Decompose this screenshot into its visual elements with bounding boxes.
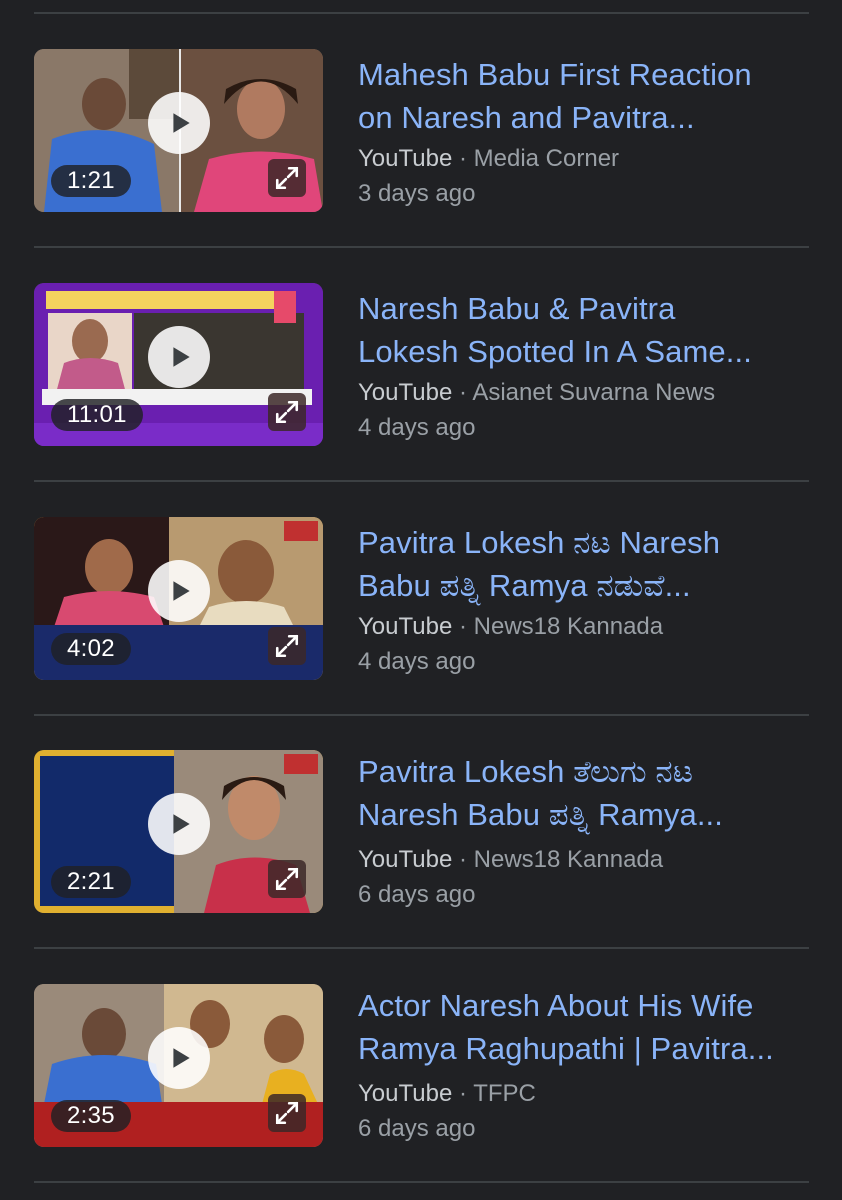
title-line: Actor Naresh About His Wife [358,988,754,1023]
upload-age: 3 days ago [358,180,476,207]
source-name: YouTube [358,846,453,873]
source-name: YouTube [358,613,453,640]
source-name: YouTube [358,379,453,406]
meta-separator: · [452,1080,474,1107]
video-duration: 1:21 [51,165,131,197]
video-thumbnail[interactable]: 2:21 [34,750,323,913]
play-button[interactable] [148,1027,210,1089]
play-icon [173,814,190,834]
video-result[interactable]: 2:35 Actor Naresh About His Wife Ramya R… [34,984,809,1149]
video-duration: 11:01 [51,399,143,431]
channel-name: News18 Kannada [473,846,664,873]
divider [34,714,809,716]
video-meta: YouTube · News18 Kannada [358,612,663,642]
video-meta: YouTube · Media Corner [358,144,619,174]
upload-age: 6 days ago [358,1115,476,1142]
meta-separator: · [452,379,473,406]
play-icon [173,113,190,133]
video-result[interactable]: 11:01 Naresh Babu & Pavitra Lokesh Spott… [34,283,809,448]
play-icon [173,581,190,601]
play-button[interactable] [148,793,210,855]
title-line: Naresh Babu & Pavitra [358,291,676,326]
meta-separator: · [452,846,474,873]
video-duration: 2:21 [51,866,131,898]
video-thumbnail[interactable]: 11:01 [34,283,323,446]
video-duration: 2:35 [51,1100,131,1132]
channel-name: TFPC [473,1080,536,1107]
video-title-link[interactable]: Actor Naresh About His Wife Ramya Raghup… [358,984,808,1070]
expand-button[interactable] [268,860,306,898]
play-button[interactable] [148,92,210,154]
divider [34,1181,809,1183]
play-button[interactable] [148,326,210,388]
play-icon [173,347,190,367]
source-name: YouTube [358,1080,453,1107]
video-meta: YouTube · News18 Kannada [358,845,663,875]
video-thumbnail[interactable]: 1:21 [34,49,323,212]
channel-name: News18 Kannada [473,613,664,640]
title-line: Pavitra Lokesh ನಟ Naresh [358,525,721,560]
divider [34,947,809,949]
expand-icon [275,166,299,190]
video-title-link[interactable]: Mahesh Babu First Reaction on Naresh and… [358,53,808,139]
title-line: Pavitra Lokesh ತೆಲುಗು ನಟ [358,754,694,789]
video-results-page: 1:21 Mahesh Babu First Reaction on Nares… [0,0,842,1200]
upload-age: 4 days ago [358,414,476,441]
expand-button[interactable] [268,159,306,197]
expand-icon [275,400,299,424]
meta-separator: · [452,613,474,640]
channel-name: Media Corner [473,145,620,172]
divider [34,246,809,248]
video-meta: YouTube · TFPC [358,1079,536,1109]
source-name: YouTube [358,145,453,172]
expand-icon [275,634,299,658]
title-line: Ramya Raghupathi | Pavitra... [358,1031,774,1066]
title-line: Naresh Babu ಪತ್ನಿ Ramya... [358,797,723,832]
title-line: on Naresh and Pavitra... [358,100,695,135]
video-meta: YouTube · Asianet Suvarna News [358,378,715,408]
expand-icon [275,867,299,891]
video-title-link[interactable]: Pavitra Lokesh ತೆಲುಗು ನಟ Naresh Babu ಪತ್… [358,750,808,836]
title-line: Babu ಪತ್ನಿ Ramya ನಡುವೆ... [358,568,691,603]
upload-age: 4 days ago [358,648,476,675]
divider [34,12,809,14]
upload-age: 6 days ago [358,881,476,908]
title-line: Lokesh Spotted In A Same... [358,334,752,369]
video-duration: 4:02 [51,633,131,665]
divider [34,480,809,482]
video-thumbnail[interactable]: 2:35 [34,984,323,1147]
expand-button[interactable] [268,393,306,431]
expand-button[interactable] [268,627,306,665]
expand-button[interactable] [268,1094,306,1132]
video-result[interactable]: 1:21 Mahesh Babu First Reaction on Nares… [34,49,809,214]
meta-separator: · [452,145,474,172]
expand-icon [275,1101,299,1125]
video-title-link[interactable]: Pavitra Lokesh ನಟ Naresh Babu ಪತ್ನಿ Ramy… [358,521,808,607]
play-button[interactable] [148,560,210,622]
video-result[interactable]: 2:21 Pavitra Lokesh ತೆಲುಗು ನಟ Naresh Bab… [34,750,809,915]
channel-name: Asianet Suvarna News [472,379,716,406]
title-line: Mahesh Babu First Reaction [358,57,752,92]
video-title-link[interactable]: Naresh Babu & Pavitra Lokesh Spotted In … [358,287,808,373]
play-icon [173,1048,190,1068]
video-thumbnail[interactable]: 4:02 [34,517,323,680]
video-result[interactable]: 4:02 Pavitra Lokesh ನಟ Naresh Babu ಪತ್ನಿ… [34,517,809,682]
